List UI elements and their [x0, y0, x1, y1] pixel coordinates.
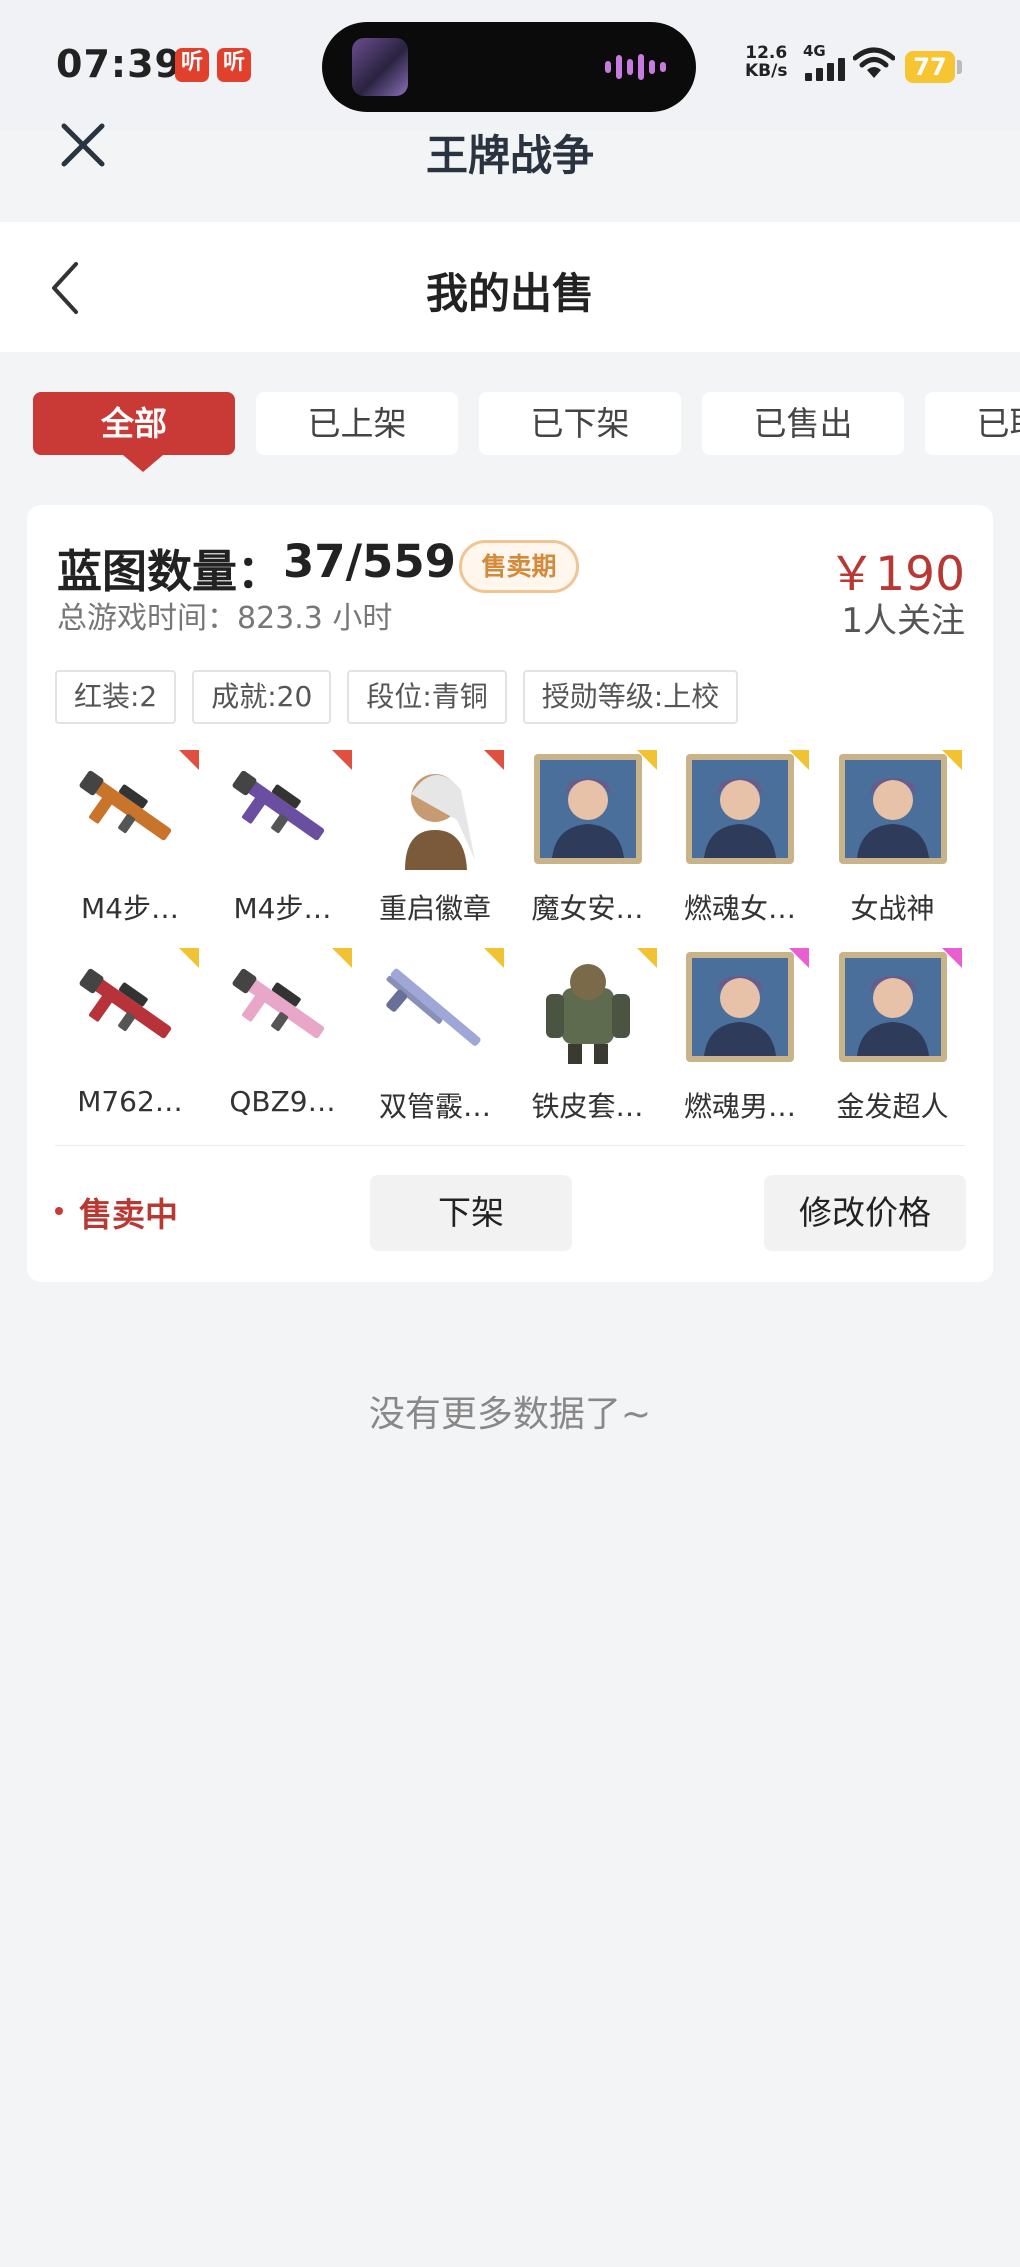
network-speed: 12.6 KB/s [745, 43, 788, 81]
item-name: QBZ9… [229, 1085, 336, 1118]
status-bar: 07:39 听 听 12.6 KB/s 4G 77 [0, 0, 1020, 130]
tag: 红装:2 [55, 670, 177, 724]
tag: 成就:20 [192, 670, 332, 724]
tag-list: 红装:2 成就:20 段位:青铜 授勋等级:上校 [55, 670, 739, 724]
status-dot [55, 1207, 63, 1215]
battery-cap [957, 60, 962, 74]
item-name: 金发超人 [836, 1090, 949, 1123]
rarity-corner [941, 750, 962, 770]
blueprint-count-label: 蓝图数量： [57, 545, 283, 598]
no-more-data: 没有更多数据了~ [368, 1394, 652, 1435]
rarity-corner [179, 948, 199, 968]
item-thumbnail [833, 948, 953, 1068]
page-title: 我的出售 [425, 269, 594, 318]
rarity-corner [636, 750, 657, 770]
item-name: 燃魂女… [683, 892, 796, 925]
rarity-corner [636, 948, 657, 968]
item-tile[interactable]: 女战神 [818, 750, 968, 930]
tab-cancelled[interactable]: 已取消 [925, 392, 1020, 455]
tab-listed[interactable]: 已上架 [256, 392, 458, 455]
item-name: M4步… [233, 892, 332, 925]
item-name: 铁皮套… [531, 1090, 644, 1123]
divider [55, 1145, 965, 1146]
tab-all[interactable]: 全部 [33, 392, 235, 455]
item-tile[interactable]: 双管霰… [360, 948, 510, 1128]
active-tab-indicator [123, 455, 163, 472]
item-thumbnail [70, 948, 190, 1068]
item-name: 燃魂男… [683, 1090, 796, 1123]
rarity-corner [331, 750, 352, 770]
item-name: 魔女安… [531, 892, 644, 925]
item-thumbnail [528, 750, 648, 870]
tag: 授勋等级:上校 [522, 670, 739, 724]
item-thumbnail [528, 948, 648, 1068]
tag: 段位:青铜 [347, 670, 507, 724]
item-tile[interactable]: M4步… [208, 750, 358, 930]
item-thumbnail [375, 750, 495, 870]
now-playing-thumbnail [352, 38, 408, 96]
item-thumbnail [223, 948, 343, 1068]
audio-wave-icon [605, 52, 666, 82]
item-name: 重启徽章 [378, 892, 491, 925]
item-thumbnail [680, 948, 800, 1068]
sale-status: 售卖中 [79, 1195, 178, 1234]
notification-app-icon: 听 [217, 48, 251, 82]
delist-button[interactable]: 下架 [370, 1175, 572, 1251]
item-name: 双管霰… [378, 1090, 491, 1123]
rarity-corner [331, 948, 352, 968]
edit-price-button[interactable]: 修改价格 [764, 1175, 966, 1251]
wifi-icon [853, 47, 895, 78]
item-name: M4步… [81, 892, 179, 925]
filter-tabs: 全部 已上架 已下架 已售出 已取消 [33, 392, 1020, 472]
status-badge: 售卖期 [459, 540, 579, 593]
rarity-corner [484, 948, 504, 968]
rarity-corner [789, 948, 809, 968]
item-name: M762… [77, 1085, 183, 1118]
item-thumbnail [680, 750, 800, 870]
item-tile[interactable]: 金发超人 [818, 948, 968, 1128]
item-thumbnail [375, 948, 495, 1068]
item-tile[interactable]: M762… [55, 948, 205, 1128]
blueprint-count-value: 37/559 [283, 535, 456, 588]
item-tile[interactable]: 魔女安… [513, 750, 663, 930]
notification-app-icon: 听 [175, 48, 209, 82]
rarity-corner [179, 750, 199, 770]
item-tile[interactable]: QBZ9… [208, 948, 358, 1128]
app-title: 王牌战争 [425, 131, 594, 180]
tab-sold[interactable]: 已售出 [702, 392, 904, 455]
clock: 07:39 [56, 42, 182, 86]
page-header: 我的出售 [0, 222, 1020, 352]
dynamic-island[interactable] [322, 22, 696, 112]
rarity-corner [789, 750, 809, 770]
item-tile[interactable]: M4步… [55, 750, 205, 930]
item-name: 女战神 [850, 892, 935, 925]
follower-count: 1人关注 [841, 601, 965, 641]
item-thumbnail [223, 750, 343, 870]
item-tile[interactable]: 燃魂女… [665, 750, 815, 930]
item-tile[interactable]: 重启徽章 [360, 750, 510, 930]
item-thumbnail [70, 750, 190, 870]
listing-card[interactable]: 蓝图数量： 37/559 售卖期 总游戏时间：823.3 小时 ￥190 1人关… [27, 505, 993, 1282]
item-thumbnail [833, 750, 953, 870]
signal-icon [805, 58, 845, 81]
rarity-corner [941, 948, 962, 968]
rarity-corner [484, 750, 504, 770]
item-tile[interactable]: 燃魂男… [665, 948, 815, 1128]
playtime: 总游戏时间：823.3 小时 [57, 601, 393, 636]
item-tile[interactable]: 铁皮套… [513, 948, 663, 1128]
tab-delisted[interactable]: 已下架 [479, 392, 681, 455]
battery-icon: 77 [905, 51, 955, 83]
